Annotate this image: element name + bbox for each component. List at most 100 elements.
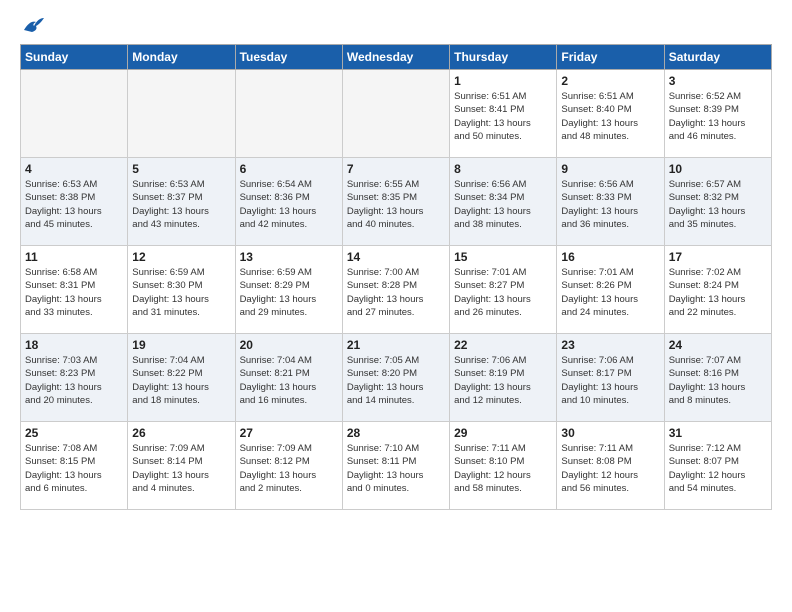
calendar-cell: 15 Sunrise: 7:01 AM Sunset: 8:27 PM Dayli… (450, 246, 557, 334)
day-info: Sunrise: 7:09 AM Sunset: 8:12 PM Dayligh… (240, 442, 338, 495)
calendar-cell: 26 Sunrise: 7:09 AM Sunset: 8:14 PM Dayli… (128, 422, 235, 510)
calendar-week-row: 18 Sunrise: 7:03 AM Sunset: 8:23 PM Dayli… (21, 334, 772, 422)
calendar-cell: 6Sunrise: 6:54 AM Sunset: 8:36 PM Daylig… (235, 158, 342, 246)
day-number: 24 (669, 338, 767, 352)
calendar-table: SundayMondayTuesdayWednesdayThursdayFrid… (20, 44, 772, 510)
day-info: Sunrise: 7:09 AM Sunset: 8:14 PM Dayligh… (132, 442, 230, 495)
calendar-cell: 4 Sunrise: 6:53 AM Sunset: 8:38 PM Daylig… (21, 158, 128, 246)
calendar-cell: 22 Sunrise: 7:06 AM Sunset: 8:19 PM Dayli… (450, 334, 557, 422)
day-info: Sunrise: 6:57 AM Sunset: 8:32 PM Dayligh… (669, 178, 767, 231)
day-info: Sunrise: 6:51 AM Sunset: 8:41 PM Dayligh… (454, 90, 552, 143)
day-number: 18 (25, 338, 123, 352)
day-info: Sunrise: 6:59 AM Sunset: 8:30 PM Dayligh… (132, 266, 230, 319)
calendar-cell: 1 Sunrise: 6:51 AM Sunset: 8:41 PM Daylig… (450, 70, 557, 158)
day-number: 31 (669, 426, 767, 440)
day-number: 13 (240, 250, 338, 264)
calendar-cell: 24 Sunrise: 7:07 AM Sunset: 8:16 PM Dayli… (664, 334, 771, 422)
day-number: 27 (240, 426, 338, 440)
calendar-cell (21, 70, 128, 158)
calendar-cell: 31 Sunrise: 7:12 AM Sunset: 8:07 PM Dayli… (664, 422, 771, 510)
day-info: Sunrise: 6:56 AM Sunset: 8:34 PM Dayligh… (454, 178, 552, 231)
day-number: 10 (669, 162, 767, 176)
column-header-sunday: Sunday (21, 45, 128, 70)
calendar-cell: 19 Sunrise: 7:04 AM Sunset: 8:22 PM Dayli… (128, 334, 235, 422)
day-number: 22 (454, 338, 552, 352)
day-info: Sunrise: 7:07 AM Sunset: 8:16 PM Dayligh… (669, 354, 767, 407)
header (20, 16, 772, 34)
day-number: 21 (347, 338, 445, 352)
column-header-tuesday: Tuesday (235, 45, 342, 70)
column-header-friday: Friday (557, 45, 664, 70)
calendar-cell: 10 Sunrise: 6:57 AM Sunset: 8:32 PM Dayli… (664, 158, 771, 246)
day-number: 25 (25, 426, 123, 440)
day-number: 8 (454, 162, 552, 176)
column-header-saturday: Saturday (664, 45, 771, 70)
calendar-cell: 14 Sunrise: 7:00 AM Sunset: 8:28 PM Dayli… (342, 246, 449, 334)
calendar-week-row: 25 Sunrise: 7:08 AM Sunset: 8:15 PM Dayli… (21, 422, 772, 510)
column-header-thursday: Thursday (450, 45, 557, 70)
day-info: Sunrise: 6:54 AM Sunset: 8:36 PM Dayligh… (240, 178, 338, 231)
day-number: 28 (347, 426, 445, 440)
calendar-cell: 17Sunrise: 7:02 AM Sunset: 8:24 PM Dayli… (664, 246, 771, 334)
day-number: 2 (561, 74, 659, 88)
day-info: Sunrise: 6:53 AM Sunset: 8:37 PM Dayligh… (132, 178, 230, 231)
calendar-cell: 21 Sunrise: 7:05 AM Sunset: 8:20 PM Dayli… (342, 334, 449, 422)
calendar-cell: 30 Sunrise: 7:11 AM Sunset: 8:08 PM Dayli… (557, 422, 664, 510)
day-info: Sunrise: 6:55 AM Sunset: 8:35 PM Dayligh… (347, 178, 445, 231)
day-info: Sunrise: 6:52 AM Sunset: 8:39 PM Dayligh… (669, 90, 767, 143)
calendar-cell: 16Sunrise: 7:01 AM Sunset: 8:26 PM Dayli… (557, 246, 664, 334)
day-info: Sunrise: 7:01 AM Sunset: 8:26 PM Dayligh… (561, 266, 659, 319)
day-info: Sunrise: 7:11 AM Sunset: 8:08 PM Dayligh… (561, 442, 659, 495)
day-info: Sunrise: 7:03 AM Sunset: 8:23 PM Dayligh… (25, 354, 123, 407)
calendar-cell: 9Sunrise: 6:56 AM Sunset: 8:33 PM Daylig… (557, 158, 664, 246)
column-header-monday: Monday (128, 45, 235, 70)
day-number: 11 (25, 250, 123, 264)
day-number: 14 (347, 250, 445, 264)
day-info: Sunrise: 6:51 AM Sunset: 8:40 PM Dayligh… (561, 90, 659, 143)
day-info: Sunrise: 7:04 AM Sunset: 8:22 PM Dayligh… (132, 354, 230, 407)
day-info: Sunrise: 7:10 AM Sunset: 8:11 PM Dayligh… (347, 442, 445, 495)
day-number: 3 (669, 74, 767, 88)
calendar-cell: 7 Sunrise: 6:55 AM Sunset: 8:35 PM Daylig… (342, 158, 449, 246)
day-number: 12 (132, 250, 230, 264)
calendar-week-row: 11Sunrise: 6:58 AM Sunset: 8:31 PM Dayli… (21, 246, 772, 334)
calendar-cell (342, 70, 449, 158)
day-number: 9 (561, 162, 659, 176)
logo-bird-icon (22, 16, 44, 34)
day-number: 20 (240, 338, 338, 352)
day-number: 19 (132, 338, 230, 352)
day-info: Sunrise: 7:06 AM Sunset: 8:19 PM Dayligh… (454, 354, 552, 407)
day-number: 30 (561, 426, 659, 440)
day-number: 7 (347, 162, 445, 176)
day-number: 4 (25, 162, 123, 176)
calendar-cell: 8 Sunrise: 6:56 AM Sunset: 8:34 PM Daylig… (450, 158, 557, 246)
day-info: Sunrise: 6:53 AM Sunset: 8:38 PM Dayligh… (25, 178, 123, 231)
calendar-cell: 20Sunrise: 7:04 AM Sunset: 8:21 PM Dayli… (235, 334, 342, 422)
day-info: Sunrise: 7:01 AM Sunset: 8:27 PM Dayligh… (454, 266, 552, 319)
calendar-week-row: 1 Sunrise: 6:51 AM Sunset: 8:41 PM Daylig… (21, 70, 772, 158)
calendar-cell (235, 70, 342, 158)
day-number: 15 (454, 250, 552, 264)
calendar-header-row: SundayMondayTuesdayWednesdayThursdayFrid… (21, 45, 772, 70)
day-info: Sunrise: 7:05 AM Sunset: 8:20 PM Dayligh… (347, 354, 445, 407)
calendar-cell: 13Sunrise: 6:59 AM Sunset: 8:29 PM Dayli… (235, 246, 342, 334)
day-number: 5 (132, 162, 230, 176)
day-info: Sunrise: 7:08 AM Sunset: 8:15 PM Dayligh… (25, 442, 123, 495)
day-info: Sunrise: 7:06 AM Sunset: 8:17 PM Dayligh… (561, 354, 659, 407)
day-info: Sunrise: 7:12 AM Sunset: 8:07 PM Dayligh… (669, 442, 767, 495)
day-number: 23 (561, 338, 659, 352)
day-number: 26 (132, 426, 230, 440)
day-info: Sunrise: 7:00 AM Sunset: 8:28 PM Dayligh… (347, 266, 445, 319)
calendar-cell: 29Sunrise: 7:11 AM Sunset: 8:10 PM Dayli… (450, 422, 557, 510)
page: SundayMondayTuesdayWednesdayThursdayFrid… (0, 0, 792, 612)
calendar-cell: 25 Sunrise: 7:08 AM Sunset: 8:15 PM Dayli… (21, 422, 128, 510)
calendar-cell: 27 Sunrise: 7:09 AM Sunset: 8:12 PM Dayli… (235, 422, 342, 510)
calendar-cell: 5 Sunrise: 6:53 AM Sunset: 8:37 PM Daylig… (128, 158, 235, 246)
calendar-cell (128, 70, 235, 158)
day-number: 1 (454, 74, 552, 88)
calendar-cell: 3 Sunrise: 6:52 AM Sunset: 8:39 PM Daylig… (664, 70, 771, 158)
calendar-cell: 23 Sunrise: 7:06 AM Sunset: 8:17 PM Dayli… (557, 334, 664, 422)
logo (20, 16, 44, 34)
calendar-week-row: 4 Sunrise: 6:53 AM Sunset: 8:38 PM Daylig… (21, 158, 772, 246)
day-number: 29 (454, 426, 552, 440)
